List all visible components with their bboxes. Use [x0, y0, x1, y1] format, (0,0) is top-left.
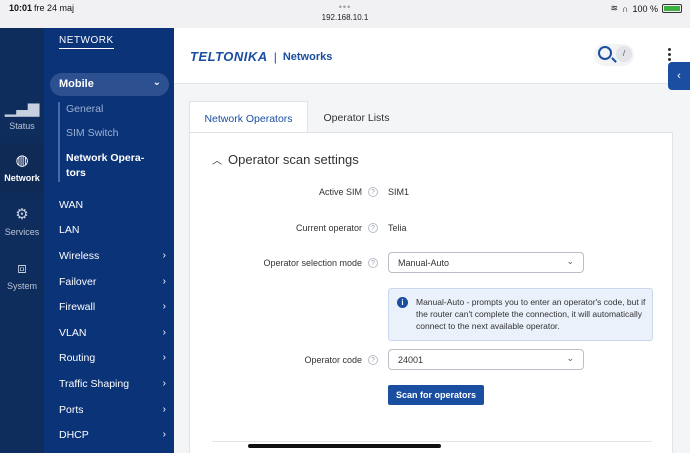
chevron-down-icon: ⌄ — [566, 353, 574, 363]
rail-item-status[interactable]: ▁▃▆ Status — [0, 100, 44, 136]
chevron-up-icon: ︿ — [212, 156, 222, 167]
nav-item-label: Failover — [59, 276, 97, 288]
globe-icon: ◍ — [15, 152, 29, 169]
nav-item-wireless[interactable]: Wireless › — [59, 250, 166, 262]
system-icon: ⧈ — [17, 260, 27, 277]
active-sim-label: Active SIM — [318, 187, 362, 197]
nav-subitem-general[interactable]: General — [66, 103, 103, 115]
chevron-right-icon: › — [162, 352, 166, 363]
nav-item-label: Routing — [59, 352, 96, 364]
home-indicator[interactable] — [248, 444, 441, 448]
nav-item-firewall[interactable]: Firewall › — [59, 301, 166, 313]
tab-operator-lists[interactable]: Operator Lists — [308, 101, 405, 133]
tab-bar: Network Operators Operator Lists — [189, 101, 673, 133]
chevron-down-icon: ⌄ — [152, 77, 161, 88]
logo-separator: | — [273, 49, 277, 64]
operator-code-value: 24001 — [398, 355, 424, 365]
chevron-down-icon: ⌄ — [566, 256, 574, 266]
rail-item-services[interactable]: ⚙ Services — [0, 206, 44, 242]
chevron-left-icon[interactable]: ‹ — [668, 62, 690, 90]
teltonika-logo[interactable]: TELTONIKA | Networks — [190, 49, 332, 64]
chevron-right-icon: › — [162, 327, 166, 338]
active-sim-value: SIM1 — [388, 187, 410, 197]
top-header: TELTONIKA | Networks / — [174, 28, 690, 84]
battery-icon — [662, 4, 682, 13]
help-icon[interactable]: ? — [368, 187, 378, 197]
chevron-right-icon: › — [162, 404, 166, 415]
info-text: Manual-Auto - prompts you to enter an op… — [416, 297, 646, 331]
rail-item-label: Services — [4, 227, 40, 237]
info-box: i Manual-Auto - prompts you to enter an … — [388, 288, 653, 341]
chevron-right-icon: › — [162, 276, 166, 287]
help-icon[interactable]: ? — [368, 355, 378, 365]
nav-item-ports[interactable]: Ports › — [59, 404, 166, 416]
network-nav: NETWORK Mobile ⌄ General SIM Switch Netw… — [44, 28, 174, 453]
rail-item-label: Status — [9, 121, 35, 131]
brand-name: TELTONIKA — [190, 49, 268, 64]
selection-mode-select[interactable]: Manual-Auto ⌄ — [388, 252, 584, 273]
search-button[interactable]: / — [594, 44, 634, 66]
section-header[interactable]: ︿ Operator scan settings — [212, 152, 359, 167]
scan-for-operators-button[interactable]: Scan for operators — [388, 385, 484, 405]
multitask-dots-icon[interactable]: ••• — [0, 2, 690, 12]
current-operator-value: Telia — [388, 223, 407, 233]
nav-item-label: LAN — [59, 224, 80, 236]
wifi-icon: ≋ — [610, 3, 618, 13]
rail-item-label: System — [6, 281, 37, 291]
address-bar[interactable]: 192.168.10.1 — [0, 13, 690, 22]
nav-item-vlan[interactable]: VLAN › — [59, 327, 166, 339]
status-icons: ≋ ∩ 100 % — [610, 3, 682, 14]
product-name: Networks — [282, 50, 333, 63]
info-icon: i — [397, 297, 408, 308]
nav-title: NETWORK — [59, 35, 114, 49]
nav-item-traffic-shaping[interactable]: Traffic Shaping › — [59, 378, 166, 390]
more-menu-icon[interactable] — [668, 48, 672, 63]
current-operator-label: Current operator — [295, 223, 362, 233]
chevron-right-icon: › — [162, 301, 166, 312]
nav-group-label: Mobile — [59, 78, 94, 90]
help-icon[interactable]: ? — [368, 258, 378, 268]
main-rail: ▁▃▆ Status ◍ Network ⚙ Services ⧈ System — [0, 28, 44, 453]
nav-item-label: Ports — [59, 404, 84, 416]
nav-item-label: VLAN — [59, 327, 87, 339]
operator-scan-panel: ︿ Operator scan settings Active SIM ? SIM… — [189, 132, 673, 453]
nav-item-lan[interactable]: LAN — [59, 224, 166, 236]
tab-network-operators[interactable]: Network Operators — [189, 101, 308, 133]
chevron-right-icon: › — [162, 429, 166, 440]
nav-item-failover[interactable]: Failover › — [59, 276, 166, 288]
nav-subitem-network-operators[interactable]: Network Opera- tors — [66, 151, 162, 181]
rail-item-label: Network — [4, 173, 40, 183]
selection-mode-label: Operator selection mode — [263, 258, 362, 268]
chevron-right-icon: › — [162, 378, 166, 389]
divider — [212, 441, 652, 442]
nav-item-dhcp[interactable]: DHCP › — [59, 429, 166, 441]
nav-item-label: WAN — [59, 199, 84, 211]
submenu-indicator — [58, 102, 60, 182]
ios-status-bar: 10:01 fre 24 maj ••• 192.168.10.1 ≋ ∩ 10… — [0, 0, 690, 28]
selection-mode-value: Manual-Auto — [398, 258, 450, 268]
headphones-icon: ∩ — [622, 3, 629, 14]
search-icon — [598, 46, 612, 60]
nav-subitem-sim-switch[interactable]: SIM Switch — [66, 127, 119, 139]
battery-percent: 100 % — [632, 3, 658, 14]
rail-item-network[interactable]: ◍ Network — [0, 143, 44, 193]
help-icon[interactable]: ? — [368, 223, 378, 233]
search-shortcut: / — [616, 46, 632, 62]
nav-item-wan[interactable]: WAN — [59, 199, 166, 211]
nav-item-label: Firewall — [59, 301, 96, 313]
nav-item-label: DHCP — [59, 429, 89, 441]
section-title: Operator scan settings — [228, 152, 359, 167]
rail-item-system[interactable]: ⧈ System — [0, 260, 44, 296]
nav-item-routing[interactable]: Routing › — [59, 352, 166, 364]
battery-fill — [664, 6, 680, 11]
operator-code-label: Operator code — [304, 355, 362, 365]
gear-icon: ⚙ — [15, 206, 29, 223]
nav-group-mobile[interactable]: Mobile ⌄ — [50, 73, 169, 96]
chevron-right-icon: › — [162, 250, 166, 261]
nav-item-label: Traffic Shaping — [59, 378, 130, 390]
bar-chart-icon: ▁▃▆ — [4, 100, 40, 117]
operator-code-select[interactable]: 24001 ⌄ — [388, 349, 584, 370]
nav-item-label: Wireless — [59, 250, 100, 262]
